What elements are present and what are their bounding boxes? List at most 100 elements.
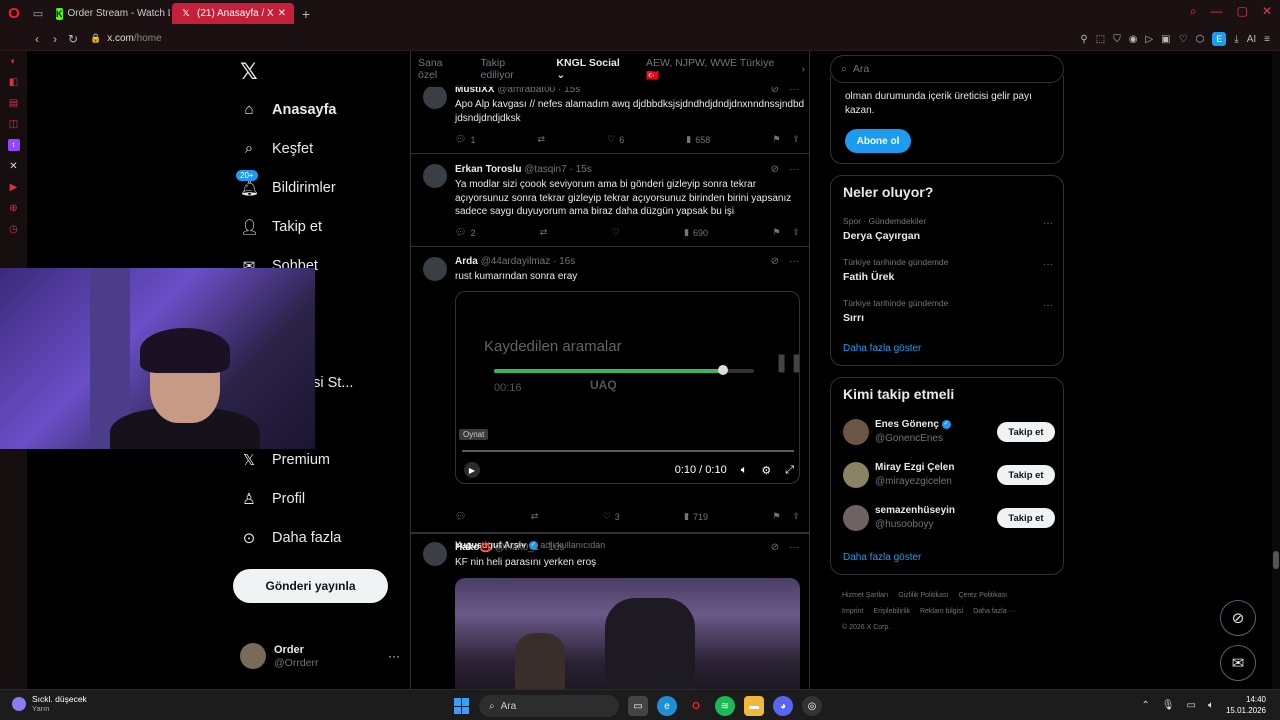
- ai-icon[interactable]: AI: [1247, 34, 1256, 45]
- settings-icon[interactable]: ⚙: [761, 464, 771, 477]
- tab-wrestling[interactable]: AEW, NJPW, WWE Türkiye 🇹🇷: [646, 57, 783, 82]
- reply-button[interactable]: 💬︎ 2: [455, 227, 475, 238]
- more-dots-icon[interactable]: ···: [789, 164, 799, 175]
- trend-item[interactable]: Spor · Gündemdekiler Derya Çayırgan ···: [843, 216, 1053, 242]
- author-handle[interactable]: @44ardayilmaz: [481, 256, 551, 267]
- share-icon[interactable]: ⇪: [792, 511, 800, 522]
- tab-order-stream[interactable]: K Order Stream - Watch Live: [48, 3, 170, 24]
- nav-notifications[interactable]: 🔔︎ 20+ Bildirimler: [236, 170, 336, 197]
- download-icon[interactable]: ⤓: [1234, 34, 1238, 45]
- tab-x-home[interactable]: 𝕏 (21) Anasayfa / X ✕: [172, 3, 294, 24]
- author-handle[interactable]: @tasqin7: [524, 164, 566, 175]
- retweet-button[interactable]: ⇄: [531, 511, 539, 522]
- twitch-icon[interactable]: t: [7, 139, 20, 151]
- spotify-icon[interactable]: ≋: [715, 696, 735, 716]
- music-icon[interactable]: ◫: [8, 118, 20, 130]
- footer-link[interactable]: Daha fazla ···: [973, 608, 1015, 615]
- tab-kngl-social[interactable]: KNGL Social ⌄: [556, 57, 628, 81]
- subscribe-button[interactable]: Abone ol: [845, 129, 911, 153]
- search-box[interactable]: ⌕: [830, 55, 1064, 83]
- menu-icon[interactable]: ≡: [1264, 34, 1270, 45]
- more-dots-icon[interactable]: ···: [789, 256, 799, 267]
- minimize-icon[interactable]: —: [1211, 4, 1223, 19]
- author-name[interactable]: Erkan Toroslu: [455, 164, 522, 175]
- scrollbar-thumb[interactable]: [1273, 551, 1279, 569]
- footer-link[interactable]: Çerez Politikası: [958, 592, 1007, 599]
- steam-icon[interactable]: ◎: [802, 696, 822, 716]
- more-dots-icon[interactable]: ···: [1043, 259, 1053, 270]
- reply-button[interactable]: 💬︎ 1: [455, 134, 475, 145]
- post-button[interactable]: Gönderi yayınla: [233, 569, 388, 603]
- video-scrubber[interactable]: [462, 450, 794, 452]
- network-icon[interactable]: ▭: [1187, 700, 1196, 711]
- reload-icon[interactable]: ↻: [64, 32, 82, 46]
- grok-icon[interactable]: ⊘: [771, 542, 779, 553]
- author-name[interactable]: Arda: [455, 256, 478, 267]
- extensions-icon[interactable]: ⬡: [1196, 34, 1205, 45]
- file-explorer-icon[interactable]: ▬: [744, 696, 764, 716]
- play-button[interactable]: ▶: [464, 462, 480, 478]
- footer-link[interactable]: Imprint: [842, 608, 863, 615]
- extension-e-icon[interactable]: E: [1212, 32, 1227, 46]
- microphone-icon[interactable]: 🎙︎: [1162, 700, 1175, 711]
- task-view-icon[interactable]: ▭: [628, 696, 648, 716]
- scrollbar[interactable]: [1272, 51, 1280, 689]
- follow-suggestion[interactable]: Enes Gönenç ✓ @GonencEnes Takip et: [843, 419, 1055, 447]
- fullscreen-icon[interactable]: ⤢: [785, 464, 794, 477]
- grok-icon[interactable]: ⊘: [771, 164, 779, 175]
- shield-icon[interactable]: ⛉: [1113, 34, 1121, 45]
- account-switcher[interactable]: Order @Orrderr ···: [240, 643, 400, 669]
- history-icon[interactable]: ◷: [8, 223, 20, 235]
- bag-icon[interactable]: ◧: [8, 76, 20, 88]
- edge-icon[interactable]: e: [657, 696, 677, 716]
- opera-logo-icon[interactable]: O: [0, 0, 28, 27]
- search-input[interactable]: [852, 63, 1033, 75]
- nav-explore[interactable]: ⌕ Keşfet: [240, 140, 313, 157]
- follow-suggestion[interactable]: Miray Ezgi Çelen @mirayezgicelen Takip e…: [843, 462, 1055, 490]
- follow-button[interactable]: Takip et: [997, 465, 1055, 485]
- nav-premium[interactable]: 𝕏 Premium: [240, 451, 330, 469]
- show-more-follow-link[interactable]: Daha fazla göster: [843, 552, 921, 563]
- wallet-icon[interactable]: ▣: [1161, 34, 1170, 45]
- trend-item[interactable]: Türkiye tarihinde gündemde Fatih Ürek ··…: [843, 257, 1053, 283]
- weather-widget[interactable]: Sıckl. düşecek Yarın: [12, 694, 87, 713]
- opera-icon[interactable]: O: [686, 696, 706, 716]
- tweet-photo[interactable]: [455, 578, 800, 689]
- like-button[interactable]: ♡ 3: [603, 511, 620, 522]
- tab-following[interactable]: Takip ediliyor: [481, 57, 539, 81]
- forward-icon[interactable]: ›: [46, 32, 64, 46]
- tweet[interactable]: MustiXX @amrabat00 · 15s ⊘ ··· Apo Alp k…: [411, 77, 809, 154]
- tab-for-you[interactable]: Sana özel: [418, 57, 463, 81]
- follow-suggestion[interactable]: semazenhüseyin @husooboyy Takip et: [843, 505, 1055, 533]
- trend-item[interactable]: Türkiye tarihinde gündemde Sırrı ···: [843, 298, 1053, 324]
- footer-link[interactable]: Gizlilik Politikası: [898, 592, 948, 599]
- tweet[interactable]: Hako♨️ @Hak0_1 · 16s ⊘ ··· KF nin heli p…: [411, 533, 809, 689]
- messenger-icon[interactable]: ◐: [8, 55, 20, 67]
- youtube-icon[interactable]: ▶: [8, 181, 20, 193]
- bookmark-icon[interactable]: ⚑: [772, 134, 780, 145]
- heart-icon[interactable]: ♡: [1179, 34, 1188, 45]
- back-icon[interactable]: ‹: [28, 32, 46, 46]
- chat-icon[interactable]: ▤: [8, 97, 20, 109]
- views-button[interactable]: ▮ 658: [686, 134, 710, 145]
- nav-more[interactable]: ⊙ Daha fazla: [240, 529, 342, 547]
- share-icon[interactable]: ⇪: [792, 134, 800, 145]
- play-icon[interactable]: ▷: [1145, 34, 1153, 45]
- more-dots-icon[interactable]: ···: [789, 542, 799, 553]
- show-more-trends-link[interactable]: Daha fazla göster: [843, 343, 921, 354]
- search-tabs-icon[interactable]: ⌕: [1190, 4, 1197, 19]
- chevron-right-icon[interactable]: ›: [802, 63, 810, 75]
- more-dots-icon[interactable]: ···: [1043, 218, 1053, 229]
- pin-icon[interactable]: ⚲: [1080, 34, 1087, 45]
- volume-icon[interactable]: 🔈︎: [1208, 700, 1214, 711]
- views-button[interactable]: ▮ 690: [684, 227, 708, 238]
- messages-fab-icon[interactable]: ✉: [1220, 645, 1256, 681]
- retweet-button[interactable]: ⇄: [540, 227, 548, 238]
- footer-link[interactable]: Erişilebilirlik: [873, 608, 910, 615]
- workspace-icon[interactable]: ▭: [28, 7, 48, 20]
- discord-icon[interactable]: ◕: [773, 696, 793, 716]
- windows-start-icon[interactable]: [454, 698, 470, 714]
- views-button[interactable]: ▮ 719: [684, 511, 708, 522]
- url-field[interactable]: 🔒 x.com/home: [90, 33, 162, 44]
- maximize-icon[interactable]: ▢: [1237, 4, 1248, 19]
